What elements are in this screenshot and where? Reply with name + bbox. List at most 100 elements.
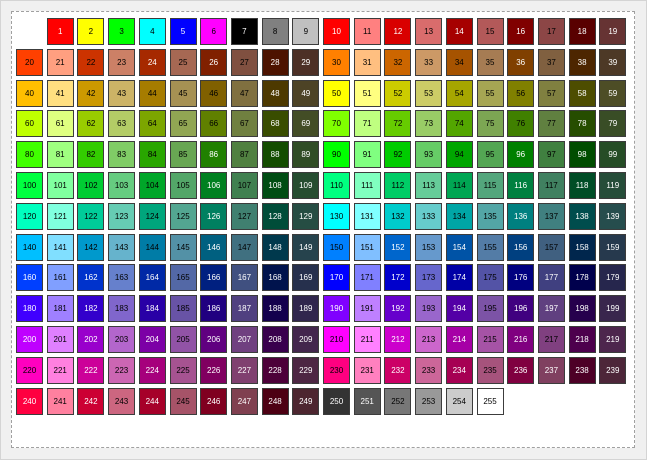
color-swatch-27[interactable]: 27 — [230, 48, 258, 76]
color-swatch-84[interactable]: 84 — [138, 141, 166, 169]
color-swatch-119[interactable]: 119 — [599, 172, 627, 199]
color-swatch-170[interactable]: 170 — [323, 264, 350, 292]
color-swatch-106[interactable]: 106 — [200, 172, 228, 199]
color-swatch-105[interactable]: 105 — [169, 172, 197, 199]
color-swatch-99[interactable]: 99 — [599, 141, 627, 169]
color-swatch-137[interactable]: 137 — [537, 202, 565, 230]
color-swatch-236[interactable]: 236 — [507, 356, 535, 384]
color-swatch-69[interactable]: 69 — [292, 110, 320, 138]
color-swatch-36[interactable]: 36 — [507, 48, 535, 76]
color-swatch-226[interactable]: 226 — [200, 356, 228, 384]
color-swatch-108[interactable]: 108 — [261, 172, 289, 199]
color-swatch-167[interactable]: 167 — [230, 264, 258, 292]
color-swatch-76[interactable]: 76 — [507, 110, 535, 138]
color-swatch-118[interactable]: 118 — [568, 172, 596, 199]
color-swatch-193[interactable]: 193 — [415, 295, 443, 323]
color-swatch-67[interactable]: 67 — [230, 110, 258, 138]
color-swatch-154[interactable]: 154 — [445, 233, 473, 261]
color-swatch-143[interactable]: 143 — [108, 233, 136, 261]
color-swatch-179[interactable]: 179 — [599, 264, 627, 292]
color-swatch-164[interactable]: 164 — [138, 264, 166, 292]
color-swatch-57[interactable]: 57 — [537, 79, 565, 107]
color-swatch-88[interactable]: 88 — [261, 141, 289, 169]
color-swatch-160[interactable]: 160 — [16, 264, 43, 292]
color-swatch-16[interactable]: 16 — [507, 18, 535, 45]
color-swatch-54[interactable]: 54 — [445, 79, 473, 107]
color-swatch-208[interactable]: 208 — [261, 326, 289, 353]
color-swatch-1[interactable]: 1 — [46, 18, 74, 45]
color-swatch-82[interactable]: 82 — [77, 141, 105, 169]
color-swatch-247[interactable]: 247 — [230, 387, 258, 415]
color-swatch-47[interactable]: 47 — [230, 79, 258, 107]
color-swatch-146[interactable]: 146 — [200, 233, 228, 261]
color-swatch-7[interactable]: 7 — [230, 18, 258, 45]
color-swatch-165[interactable]: 165 — [169, 264, 197, 292]
color-swatch-175[interactable]: 175 — [476, 264, 504, 292]
color-swatch-206[interactable]: 206 — [200, 326, 228, 353]
color-swatch-203[interactable]: 203 — [108, 326, 136, 353]
color-swatch-112[interactable]: 112 — [384, 172, 412, 199]
color-swatch-195[interactable]: 195 — [476, 295, 504, 323]
color-swatch-60[interactable]: 60 — [16, 110, 43, 138]
color-swatch-250[interactable]: 250 — [323, 387, 350, 415]
color-swatch-30[interactable]: 30 — [323, 48, 350, 76]
color-swatch-116[interactable]: 116 — [507, 172, 535, 199]
color-swatch-186[interactable]: 186 — [200, 295, 228, 323]
color-swatch-97[interactable]: 97 — [537, 141, 565, 169]
color-swatch-244[interactable]: 244 — [138, 387, 166, 415]
color-swatch-96[interactable]: 96 — [507, 141, 535, 169]
color-swatch-171[interactable]: 171 — [353, 264, 381, 292]
color-swatch-121[interactable]: 121 — [46, 202, 74, 230]
color-swatch-245[interactable]: 245 — [169, 387, 197, 415]
color-swatch-113[interactable]: 113 — [415, 172, 443, 199]
color-swatch-125[interactable]: 125 — [169, 202, 197, 230]
color-swatch-144[interactable]: 144 — [138, 233, 166, 261]
color-swatch-220[interactable]: 220 — [16, 356, 43, 384]
color-swatch-63[interactable]: 63 — [108, 110, 136, 138]
color-swatch-71[interactable]: 71 — [353, 110, 381, 138]
color-swatch-103[interactable]: 103 — [108, 172, 136, 199]
color-swatch-24[interactable]: 24 — [138, 48, 166, 76]
color-swatch-133[interactable]: 133 — [415, 202, 443, 230]
color-swatch-255[interactable]: 255 — [476, 387, 504, 415]
color-swatch-173[interactable]: 173 — [415, 264, 443, 292]
color-swatch-214[interactable]: 214 — [445, 326, 473, 353]
color-swatch-95[interactable]: 95 — [476, 141, 504, 169]
color-swatch-153[interactable]: 153 — [415, 233, 443, 261]
color-swatch-249[interactable]: 249 — [292, 387, 320, 415]
color-swatch-207[interactable]: 207 — [230, 326, 258, 353]
color-swatch-190[interactable]: 190 — [323, 295, 350, 323]
color-swatch-64[interactable]: 64 — [138, 110, 166, 138]
color-swatch-50[interactable]: 50 — [323, 79, 350, 107]
color-swatch-8[interactable]: 8 — [261, 18, 289, 45]
color-swatch-122[interactable]: 122 — [77, 202, 105, 230]
color-swatch-129[interactable]: 129 — [292, 202, 320, 230]
color-swatch-89[interactable]: 89 — [292, 141, 320, 169]
color-swatch-21[interactable]: 21 — [46, 48, 74, 76]
color-swatch-83[interactable]: 83 — [108, 141, 136, 169]
color-swatch-68[interactable]: 68 — [261, 110, 289, 138]
color-swatch-85[interactable]: 85 — [169, 141, 197, 169]
color-swatch-2[interactable]: 2 — [77, 18, 105, 45]
color-swatch-177[interactable]: 177 — [537, 264, 565, 292]
color-swatch-189[interactable]: 189 — [292, 295, 320, 323]
color-swatch-218[interactable]: 218 — [568, 326, 596, 353]
color-swatch-248[interactable]: 248 — [261, 387, 289, 415]
color-swatch-39[interactable]: 39 — [599, 48, 627, 76]
color-swatch-124[interactable]: 124 — [138, 202, 166, 230]
color-swatch-161[interactable]: 161 — [46, 264, 74, 292]
color-swatch-223[interactable]: 223 — [108, 356, 136, 384]
color-swatch-178[interactable]: 178 — [568, 264, 596, 292]
color-swatch-80[interactable]: 80 — [16, 141, 43, 169]
color-swatch-238[interactable]: 238 — [568, 356, 596, 384]
color-swatch-77[interactable]: 77 — [537, 110, 565, 138]
color-swatch-128[interactable]: 128 — [261, 202, 289, 230]
color-swatch-157[interactable]: 157 — [537, 233, 565, 261]
color-swatch-246[interactable]: 246 — [200, 387, 228, 415]
color-swatch-98[interactable]: 98 — [568, 141, 596, 169]
color-swatch-5[interactable]: 5 — [169, 18, 197, 45]
color-swatch-210[interactable]: 210 — [323, 326, 350, 353]
color-swatch-117[interactable]: 117 — [537, 172, 565, 199]
color-swatch-70[interactable]: 70 — [323, 110, 350, 138]
color-swatch-43[interactable]: 43 — [108, 79, 136, 107]
